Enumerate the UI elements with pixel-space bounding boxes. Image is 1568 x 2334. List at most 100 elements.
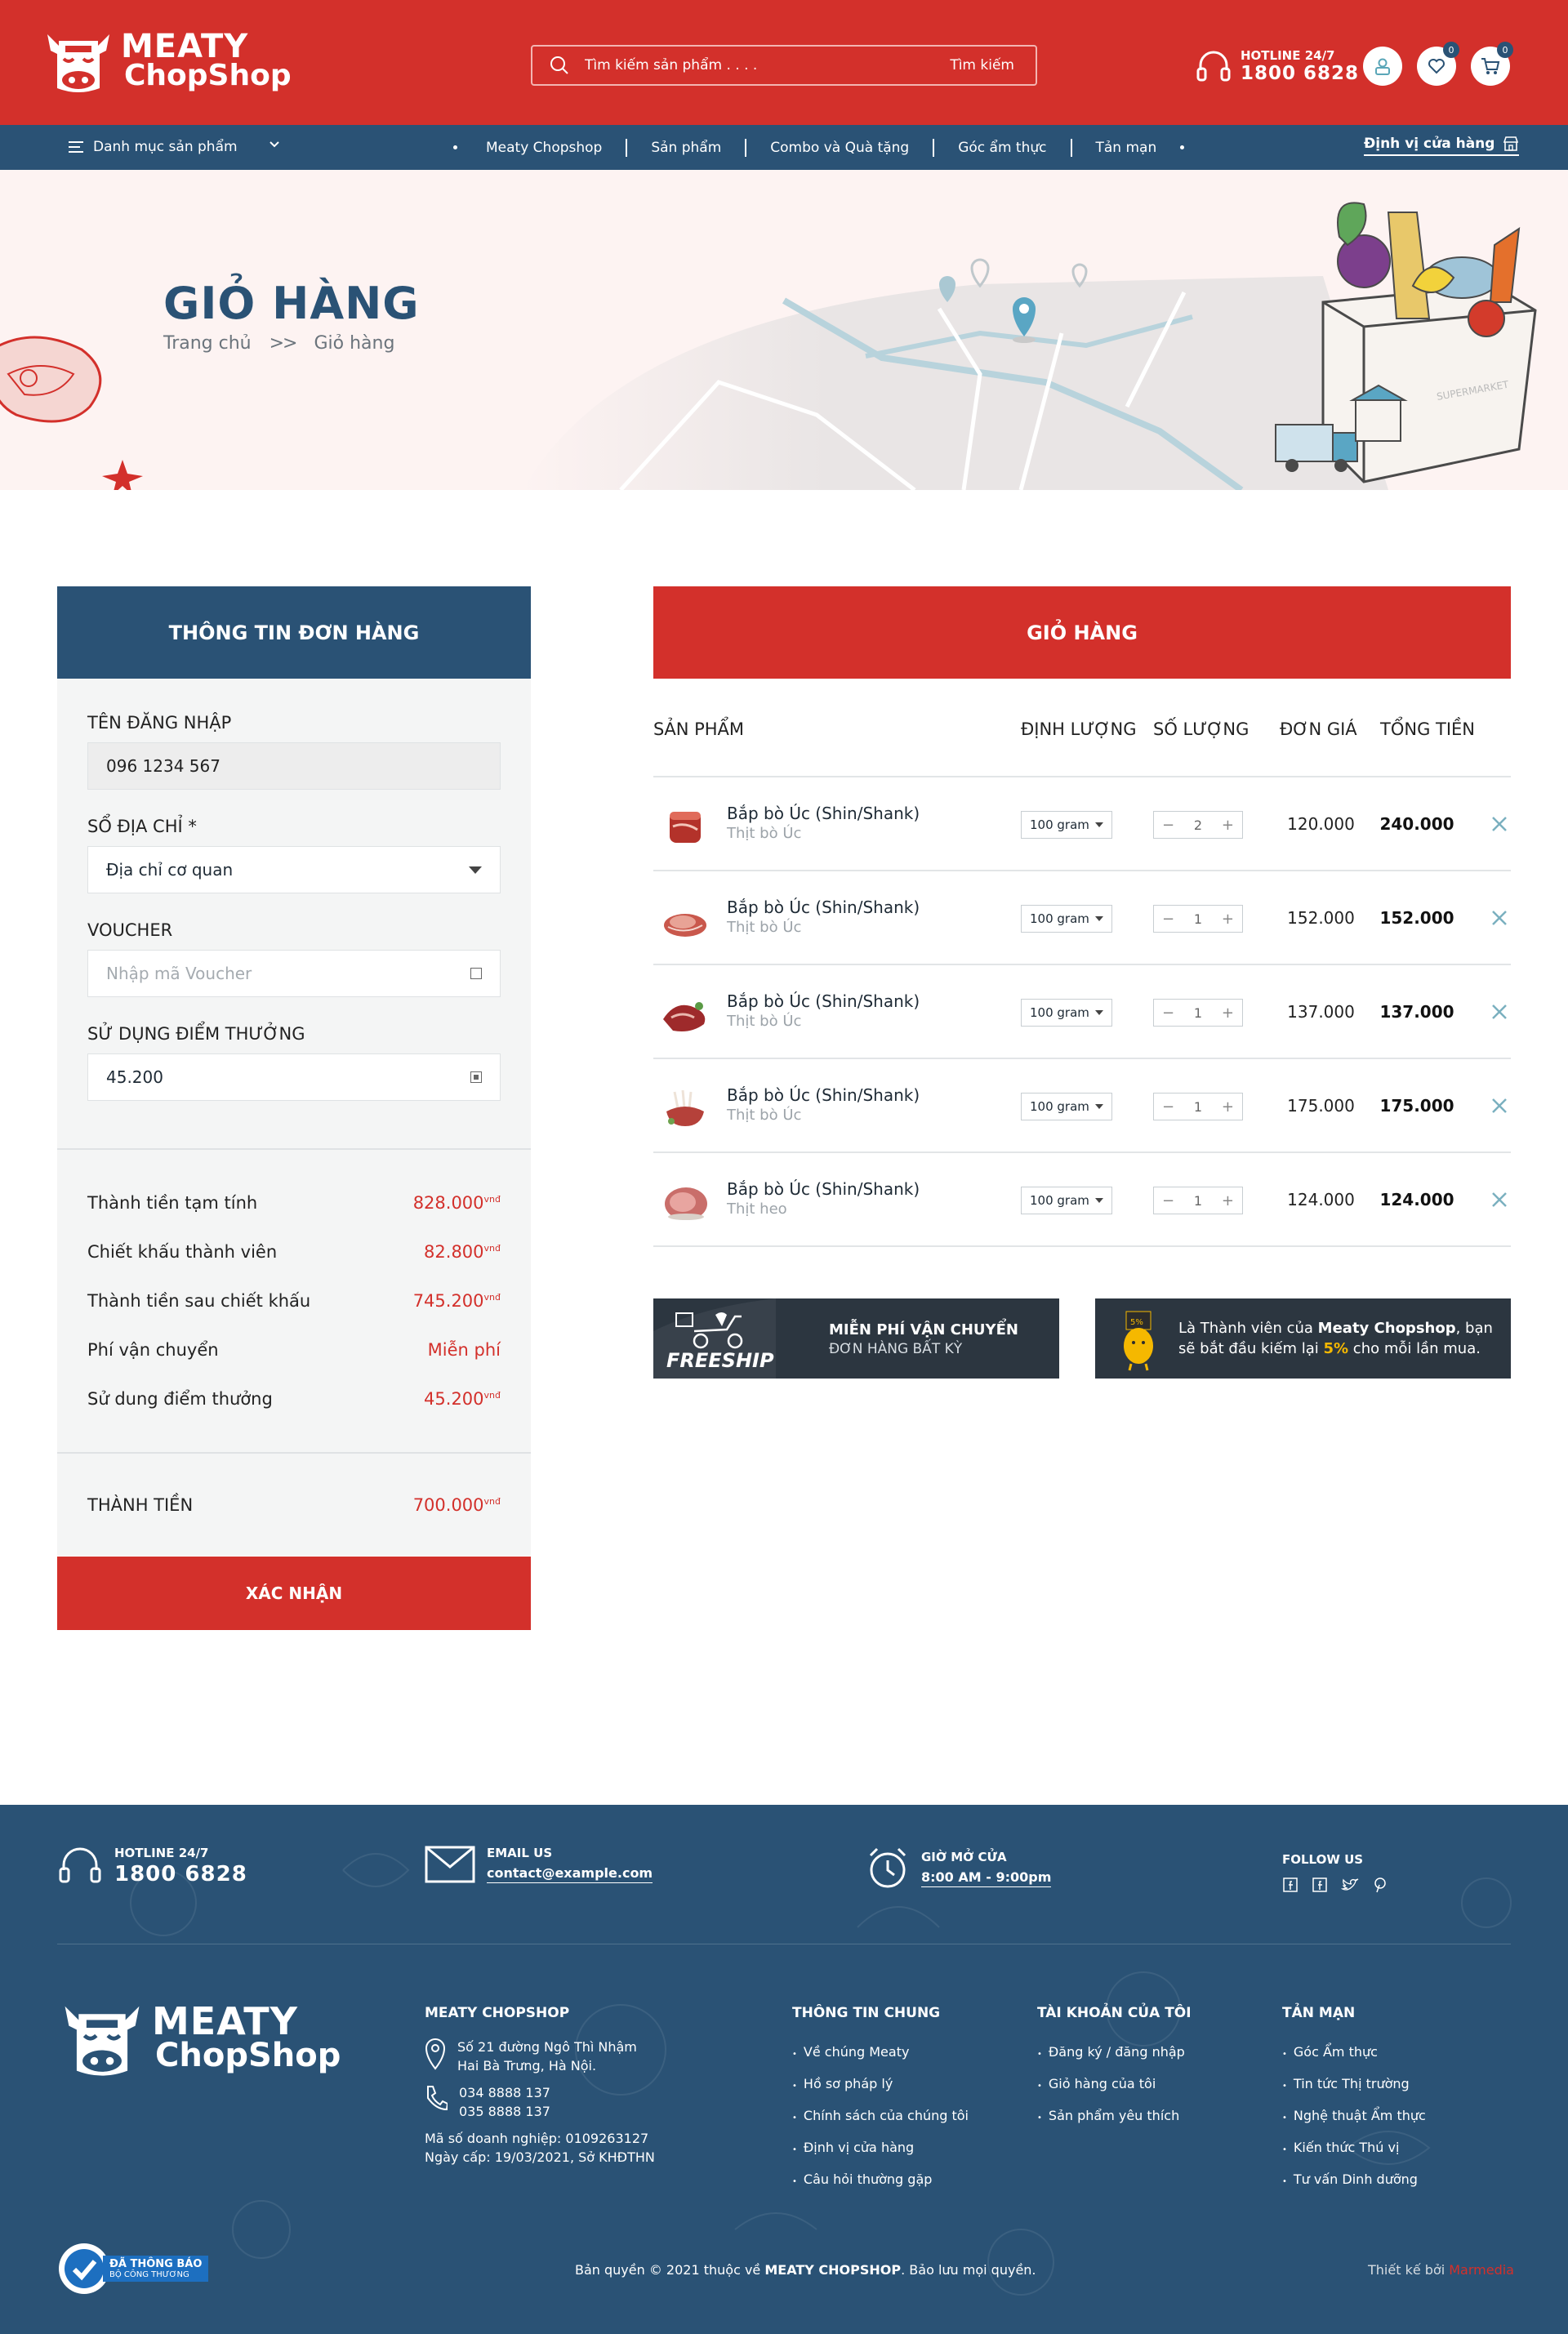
qty-plus-button[interactable]: + [1222, 911, 1234, 928]
footer-link-favorites[interactable]: Sản phẩm yêu thích [1037, 2101, 1192, 2133]
product-name[interactable]: Bắp bò Úc (Shin/Shank) [727, 898, 920, 917]
footer-link-login[interactable]: Đăng ký / đăng nhập [1037, 2038, 1192, 2069]
remove-item-icon[interactable] [1490, 1003, 1508, 1021]
qty-value[interactable]: 1 [1194, 1193, 1202, 1209]
phone-1[interactable]: 034 8888 137 [459, 2083, 550, 2102]
account-button[interactable] [1363, 47, 1402, 86]
cart-button[interactable]: 0 [1471, 42, 1513, 86]
unit-select[interactable]: 100 gram [1021, 1187, 1112, 1214]
qty-minus-button[interactable]: − [1162, 1098, 1174, 1116]
checked-checkbox-icon[interactable] [470, 1071, 482, 1083]
footer-company-info: MEATY CHOPSHOP Số 21 đường Ngô Thì Nhậm H… [425, 2005, 655, 2167]
search-button[interactable]: Tìm kiếm [950, 57, 1014, 73]
address-select-value: Địa chỉ cơ quan [106, 860, 234, 880]
product-name[interactable]: Bắp bò Úc (Shin/Shank) [727, 1179, 920, 1199]
header-hotline[interactable]: HOTLINE 24/7 1800 6828 [1195, 47, 1359, 85]
summary-row-shipping: Phí vận chuyển Miễn phí [87, 1325, 501, 1374]
qty-plus-button[interactable]: + [1222, 1192, 1234, 1209]
search-input[interactable] [585, 57, 951, 73]
envelope-icon [425, 1846, 475, 1883]
facebook-icon[interactable] [1282, 1877, 1298, 1893]
wishlist-button[interactable]: 0 [1417, 42, 1459, 86]
voucher-placeholder: Nhập mã Voucher [106, 964, 252, 983]
footer-link-store-locator[interactable]: Định vị cửa hàng [792, 2133, 969, 2165]
badge-line-2: BỘ CÔNG THƯƠNG [109, 2270, 189, 2279]
pinterest-icon[interactable] [1372, 1877, 1388, 1893]
product-thumbnail[interactable] [658, 1178, 712, 1227]
footer-link-policy[interactable]: Chính sách của chúng tôi [792, 2101, 969, 2133]
qty-minus-button[interactable]: − [1162, 1004, 1174, 1022]
nav-item-combos[interactable]: Combo và Quà tặng [746, 138, 935, 157]
category-menu[interactable]: Danh mục sản phẩm [69, 139, 279, 155]
nav-item-about[interactable]: Meaty Chopshop [457, 138, 628, 157]
qty-minus-button[interactable]: − [1162, 911, 1174, 928]
footer-account-title: TÀI KHOẢN CỦA TÔI [1037, 2005, 1192, 2021]
unit-price: 152.000 [1287, 908, 1355, 928]
confirm-order-button[interactable]: XÁC NHẬN [57, 1557, 531, 1630]
footer-link-legal[interactable]: Hồ sơ pháp lý [792, 2069, 969, 2101]
cart-icon [1481, 58, 1500, 74]
qty-plus-button[interactable]: + [1222, 1098, 1234, 1116]
quantity-stepper: − 1 + [1153, 905, 1243, 933]
footer-link-nutrition[interactable]: Tư vấn Dinh dưỡng [1282, 2165, 1426, 2197]
unit-select[interactable]: 100 gram [1021, 905, 1112, 933]
address-select[interactable]: Địa chỉ cơ quan [87, 846, 501, 893]
remove-item-icon[interactable] [1490, 1097, 1508, 1115]
qty-value[interactable]: 1 [1194, 911, 1202, 927]
ministry-badge[interactable]: ĐÃ THÔNG BÁO BỘ CÔNG THƯƠNG [57, 2242, 209, 2296]
voucher-input[interactable]: Nhập mã Voucher [87, 950, 501, 997]
reward-points-input[interactable]: 45.200 [87, 1053, 501, 1101]
remove-item-icon[interactable] [1490, 909, 1508, 927]
unit-select[interactable]: 100 gram [1021, 999, 1112, 1027]
product-name[interactable]: Bắp bò Úc (Shin/Shank) [727, 991, 920, 1011]
nav-item-products[interactable]: Sản phẩm [627, 138, 747, 157]
site-logo[interactable]: MEATY ChopShop [41, 23, 292, 98]
checkbox-icon[interactable] [470, 968, 482, 979]
product-thumbnail[interactable] [658, 990, 712, 1039]
username-field[interactable]: 096 1234 567 [87, 742, 501, 790]
search-icon[interactable] [549, 55, 570, 76]
unit-select[interactable]: 100 gram [1021, 811, 1112, 839]
footer-link-my-cart[interactable]: Giỏ hàng của tôi [1037, 2069, 1192, 2101]
footer-link-faq[interactable]: Câu hỏi thường gặp [792, 2165, 969, 2197]
qty-value[interactable]: 2 [1194, 817, 1202, 833]
product-thumbnail[interactable] [658, 802, 712, 851]
footer-link-cuisine[interactable]: Góc Ẩm thực [1282, 2038, 1426, 2069]
unit-price: 137.000 [1287, 1002, 1355, 1022]
footer-link-market-news[interactable]: Tin tức Thị trường [1282, 2069, 1426, 2101]
qty-plus-button[interactable]: + [1222, 1004, 1234, 1022]
summary-label: Sử dung điểm thưởng [87, 1389, 273, 1409]
qty-value[interactable]: 1 [1194, 1099, 1202, 1115]
breadcrumb-home[interactable]: Trang chủ [163, 333, 252, 354]
qty-minus-button[interactable]: − [1162, 817, 1174, 834]
twitter-icon[interactable] [1341, 1877, 1359, 1893]
product-thumbnail[interactable] [658, 1084, 712, 1133]
qty-value[interactable]: 1 [1194, 1005, 1202, 1021]
nav-item-cuisine[interactable]: Góc ẩm thực [934, 138, 1072, 157]
footer-link-about[interactable]: Về chúng Meaty [792, 2038, 969, 2069]
remove-item-icon[interactable] [1490, 815, 1508, 833]
logo-text-meaty: MEATY [121, 27, 249, 65]
unit-select[interactable]: 100 gram [1021, 1093, 1112, 1120]
footer-opening-hours: GIỜ MỞ CỬA 8:00 AM - 9:00pm [866, 1846, 1052, 1891]
footer-logo[interactable]: MEATY ChopShop [57, 1993, 341, 2082]
footer-hours-value: 8:00 AM - 9:00pm [921, 1869, 1052, 1887]
qty-plus-button[interactable]: + [1222, 817, 1234, 834]
footer-hotline[interactable]: HOTLINE 24/7 1800 6828 [57, 1846, 247, 1886]
phone-2[interactable]: 035 8888 137 [459, 2102, 550, 2121]
nav-item-blog[interactable]: Tản mạn [1072, 139, 1181, 157]
footer-link-culinary-art[interactable]: Nghệ thuật Ẩm thực [1282, 2101, 1426, 2133]
store-locator-link[interactable]: Định vị cửa hàng [1364, 136, 1520, 156]
qty-minus-button[interactable]: − [1162, 1192, 1174, 1209]
footer-email-value[interactable]: contact@example.com [487, 1865, 653, 1883]
product-name[interactable]: Bắp bò Úc (Shin/Shank) [727, 804, 920, 823]
footer-link-fun-facts[interactable]: Kiến thức Thú vị [1282, 2133, 1426, 2165]
product-thumbnail[interactable] [658, 896, 712, 945]
footer-email[interactable]: EMAIL US contact@example.com [425, 1846, 653, 1883]
cart-count-badge: 0 [1497, 42, 1513, 58]
designer-link[interactable]: Marmedia [1449, 2262, 1514, 2278]
line-total: 175.000 [1379, 1096, 1454, 1116]
product-name[interactable]: Bắp bò Úc (Shin/Shank) [727, 1085, 920, 1105]
facebook-page-icon[interactable] [1312, 1877, 1328, 1893]
remove-item-icon[interactable] [1490, 1191, 1508, 1209]
